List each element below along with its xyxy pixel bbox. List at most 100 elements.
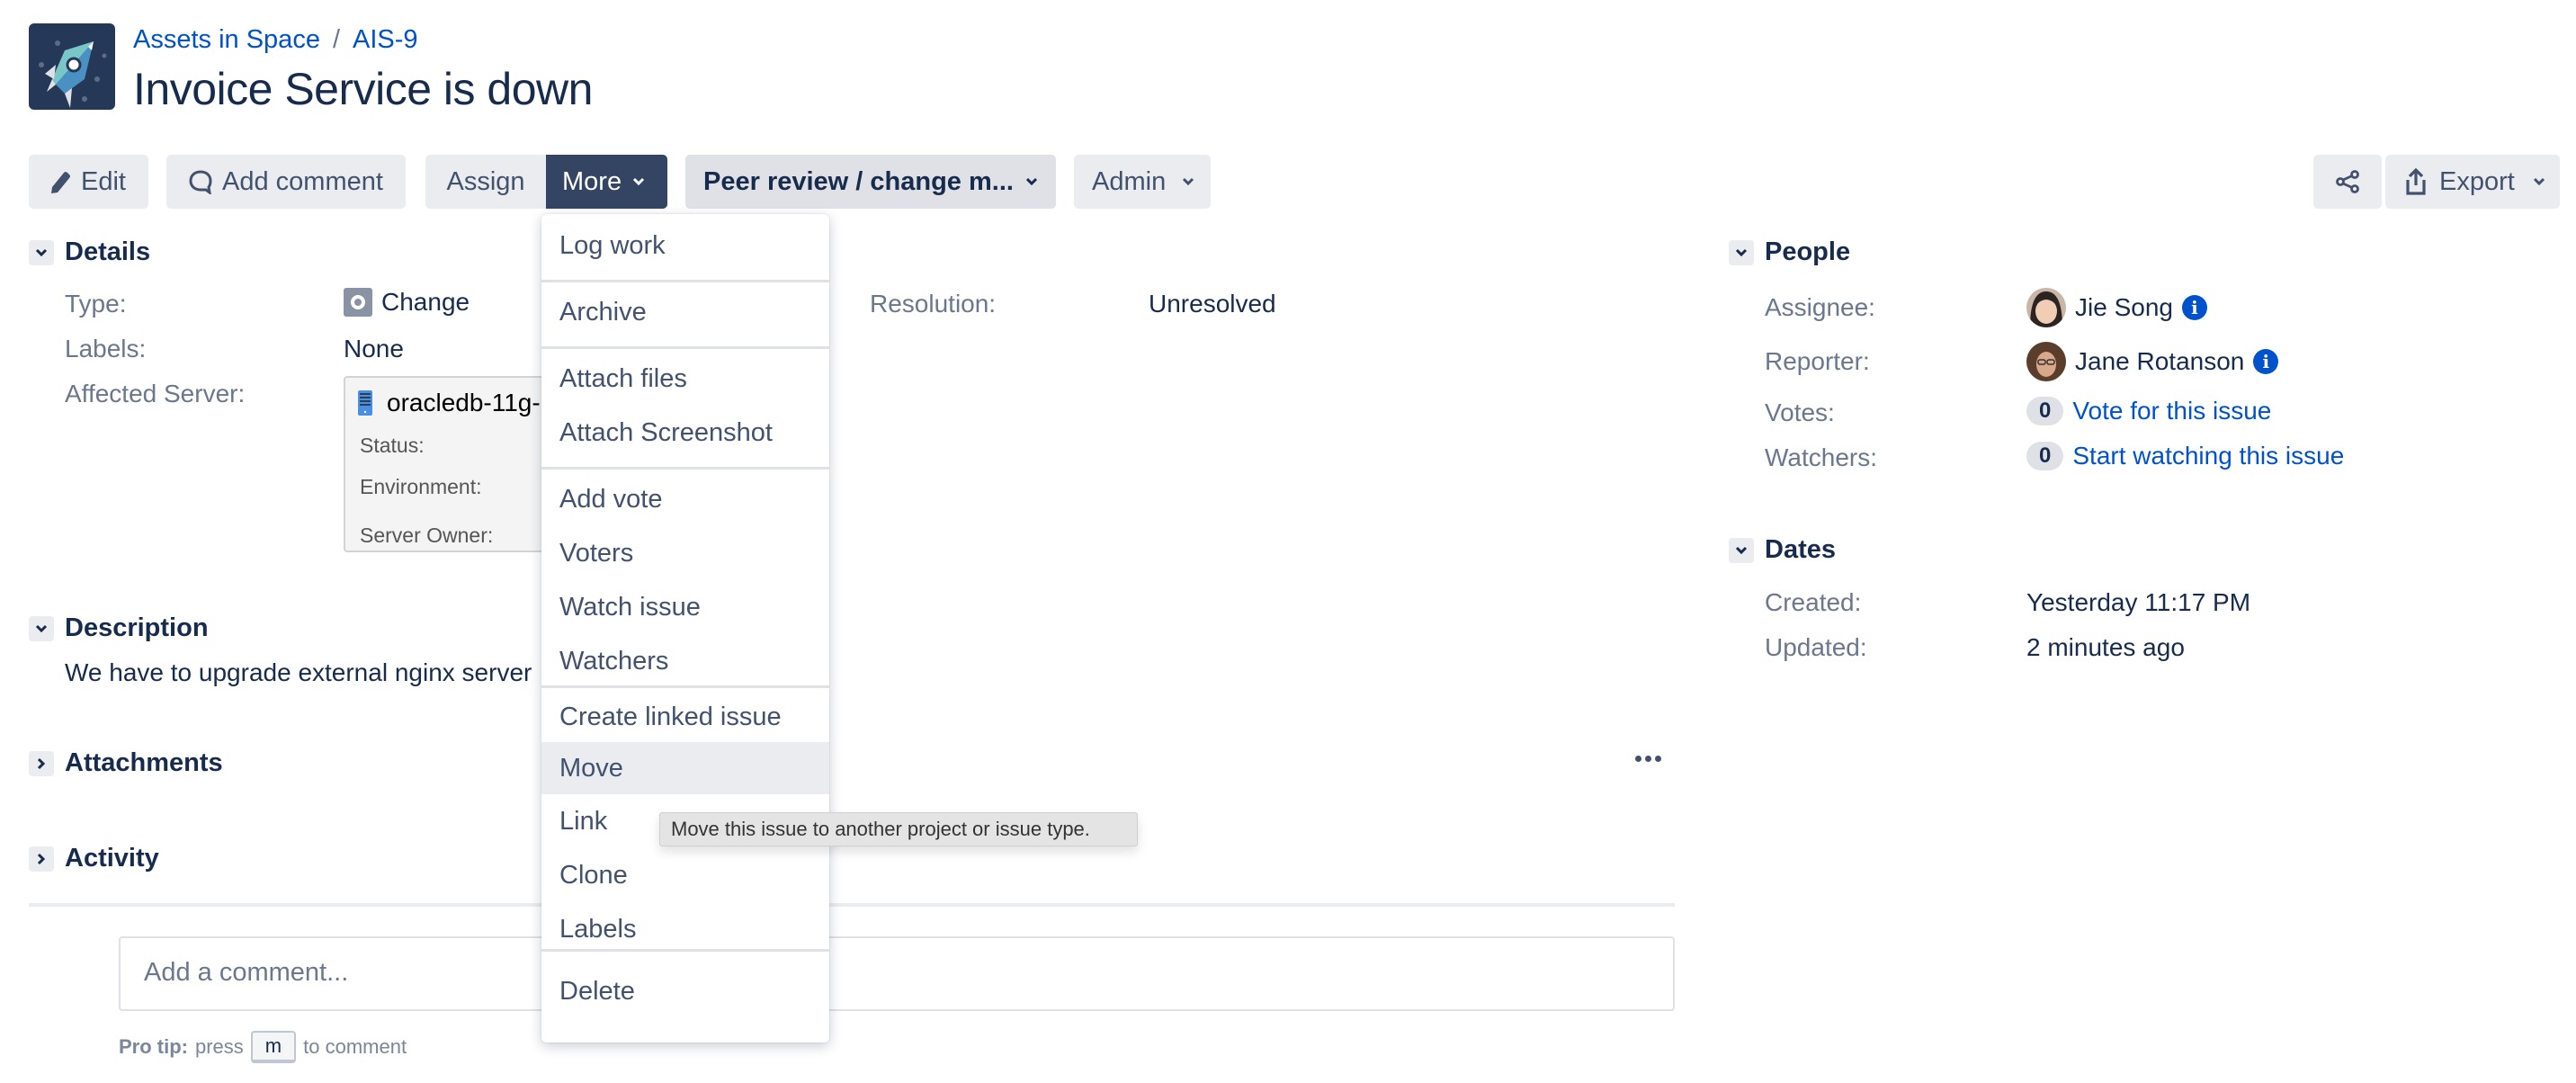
- reporter-label: Reporter:: [1765, 347, 1870, 375]
- more-button-label: More: [562, 166, 622, 196]
- admin-button[interactable]: Admin: [1074, 155, 1211, 209]
- resolution-label: Resolution:: [870, 290, 997, 318]
- description-section-header[interactable]: Description: [29, 613, 209, 643]
- menu-item-voters[interactable]: Voters: [541, 527, 829, 579]
- affected-server-label: Affected Server:: [65, 380, 246, 407]
- chevron-down-icon[interactable]: [1729, 537, 1754, 563]
- workflow-transition-label: Peer review / change m...: [703, 166, 1014, 196]
- menu-item-labels[interactable]: Labels: [541, 903, 829, 955]
- menu-separator: [541, 949, 829, 952]
- watchers-label: Watchers:: [1765, 443, 1877, 471]
- breadcrumb-separator: /: [332, 25, 341, 54]
- dates-heading: Dates: [1765, 535, 1836, 564]
- export-button-label: Export: [2439, 166, 2515, 196]
- export-button[interactable]: Export: [2385, 155, 2560, 209]
- vote-for-issue-link[interactable]: Vote for this issue: [2072, 397, 2271, 425]
- updated-value: 2 minutes ago: [2026, 633, 2185, 661]
- chevron-down-icon[interactable]: [29, 615, 54, 641]
- page-title[interactable]: Invoice Service is down: [133, 63, 593, 115]
- add-comment-button-label: Add comment: [222, 166, 383, 196]
- chevron-right-icon[interactable]: [29, 846, 54, 872]
- menu-item-watchers[interactable]: Watchers: [541, 635, 829, 687]
- chevron-down-icon: [633, 177, 645, 186]
- rocket-icon: [39, 40, 107, 108]
- start-watching-link[interactable]: Start watching this issue: [2072, 442, 2344, 470]
- toolbar-right: Export: [2313, 155, 2560, 209]
- people-section-header[interactable]: People: [1729, 237, 1850, 267]
- workflow-transition-button[interactable]: Peer review / change m...: [685, 155, 1056, 209]
- chevron-down-icon: [2533, 177, 2545, 186]
- assignee-name: Jie Song: [2075, 293, 2173, 321]
- share-button[interactable]: [2313, 155, 2382, 209]
- activity-heading: Activity: [65, 844, 159, 873]
- reporter-value[interactable]: Jane Rotanson i: [2026, 342, 2279, 381]
- reporter-name: Jane Rotanson: [2075, 347, 2245, 375]
- info-icon[interactable]: i: [2253, 349, 2279, 374]
- menu-item-delete[interactable]: Delete: [541, 965, 829, 1017]
- menu-item-move[interactable]: Move: [541, 742, 829, 794]
- attachments-more-icon[interactable]: [1635, 756, 1661, 762]
- labels-value[interactable]: None: [344, 335, 404, 363]
- pro-tip-key: m: [250, 1031, 297, 1063]
- attachments-heading: Attachments: [65, 748, 223, 777]
- admin-button-label: Admin: [1092, 166, 1167, 196]
- votes-value: 0 Vote for this issue: [2026, 397, 2271, 425]
- type-label: Type:: [65, 290, 127, 318]
- menu-item-add-vote[interactable]: Add vote: [541, 473, 829, 525]
- export-icon: [2406, 167, 2426, 195]
- more-button[interactable]: More: [546, 155, 667, 209]
- watchers-count-badge: 0: [2026, 442, 2064, 470]
- created-label: Created:: [1765, 588, 1862, 616]
- votes-count-badge: 0: [2026, 397, 2064, 425]
- menu-item-label: Watch issue: [559, 592, 701, 622]
- chevron-right-icon[interactable]: [29, 750, 54, 776]
- reporter-avatar: [2026, 342, 2066, 381]
- info-icon[interactable]: i: [2181, 295, 2207, 320]
- menu-item-archive[interactable]: Archive: [541, 286, 829, 338]
- edit-button[interactable]: Edit: [29, 155, 148, 209]
- server-name[interactable]: oracledb-11g-: [358, 389, 541, 417]
- menu-item-label: Labels: [559, 914, 637, 944]
- add-comment-placeholder: Add a comment...: [144, 958, 349, 987]
- votes-label: Votes:: [1765, 398, 1835, 426]
- menu-item-label: Add vote: [559, 484, 663, 514]
- watchers-value: 0 Start watching this issue: [2026, 442, 2344, 470]
- assignee-value[interactable]: Jie Song i: [2026, 288, 2207, 327]
- breadcrumb-issue-key-link[interactable]: AIS-9: [353, 25, 418, 55]
- breadcrumb-project-link[interactable]: Assets in Space: [133, 25, 320, 55]
- menu-item-clone[interactable]: Clone: [541, 849, 829, 901]
- chevron-down-icon[interactable]: [29, 239, 54, 265]
- menu-item-create-linked-issue[interactable]: Create linked issue: [541, 691, 829, 743]
- menu-separator: [541, 685, 829, 688]
- more-dropdown-menu: Log work Archive Attach files Attach Scr…: [541, 214, 829, 1043]
- activity-divider: [29, 903, 1675, 907]
- menu-item-watch-issue[interactable]: Watch issue: [541, 581, 829, 633]
- menu-item-label: Attach files: [559, 363, 687, 393]
- dates-section-header[interactable]: Dates: [1729, 535, 1836, 565]
- add-comment-button[interactable]: Add comment: [166, 155, 406, 209]
- chevron-down-icon: [1183, 177, 1194, 186]
- assignee-label: Assignee:: [1765, 293, 1875, 321]
- details-section-header[interactable]: Details: [29, 237, 150, 267]
- menu-item-label: Clone: [559, 860, 628, 890]
- breadcrumb: Assets in Space / AIS-9: [133, 25, 418, 55]
- change-type-icon: [344, 288, 372, 317]
- type-value: Change: [344, 288, 470, 317]
- project-avatar[interactable]: [29, 23, 115, 110]
- comment-icon: [189, 170, 212, 194]
- people-heading: People: [1765, 237, 1851, 266]
- menu-item-label: Attach Screenshot: [559, 417, 773, 447]
- menu-item-attach-screenshot[interactable]: Attach Screenshot: [541, 407, 829, 459]
- menu-separator: [541, 280, 829, 282]
- attachments-section-header[interactable]: Attachments: [29, 748, 223, 778]
- menu-item-label: Watchers: [559, 646, 669, 676]
- menu-item-attach-files[interactable]: Attach files: [541, 353, 829, 405]
- menu-item-log-work[interactable]: Log work: [541, 219, 829, 272]
- assign-button[interactable]: Assign: [425, 155, 546, 209]
- created-value: Yesterday 11:17 PM: [2026, 588, 2251, 616]
- chevron-down-icon[interactable]: [1729, 239, 1754, 265]
- add-comment-input[interactable]: Add a comment...: [119, 936, 1675, 1011]
- server-owner-label: Server Owner:: [360, 524, 494, 547]
- description-text[interactable]: We have to upgrade external nginx server: [65, 658, 532, 687]
- activity-section-header[interactable]: Activity: [29, 844, 159, 873]
